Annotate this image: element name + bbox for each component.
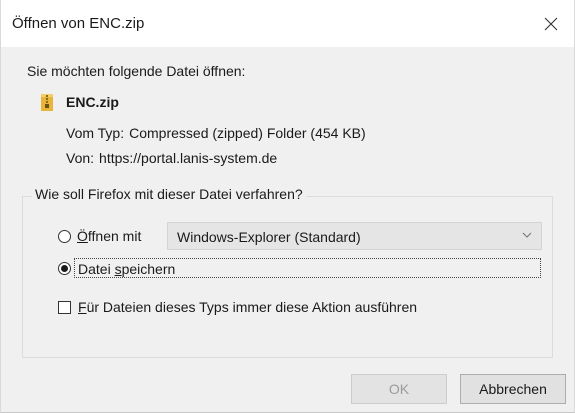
open-with-radio[interactable] (58, 230, 71, 243)
open-with-mnemonic: Ö (77, 228, 88, 244)
action-group-legend: Wie soll Firefox mit dieser Datei verfah… (32, 186, 306, 202)
always-action-label-text: ür Dateien dieses Typs immer diese Aktio… (86, 299, 418, 315)
file-type-label: Vom Typ: (66, 125, 125, 141)
save-file-label-text: Datei (78, 261, 115, 277)
save-file-label[interactable]: Datei speichern (74, 258, 541, 278)
save-file-mnemonic: s (114, 261, 122, 277)
close-button[interactable] (528, 0, 574, 47)
download-dialog: Öffnen von ENC.zip Sie möchten folgende … (0, 0, 575, 413)
chevron-down-icon (522, 232, 532, 238)
file-source-value: https://portal.lanis-system.de (99, 150, 278, 166)
file-source-label: Von: (66, 150, 95, 166)
cancel-button[interactable]: Abbrechen (460, 374, 566, 404)
open-with-label[interactable]: Öffnen mit (77, 228, 141, 244)
window-title: Öffnen von ENC.zip (12, 15, 145, 32)
file-type-value: Compressed (zipped) Folder (454 KB) (129, 125, 366, 141)
zip-folder-icon (41, 93, 53, 111)
title-bar[interactable]: Öffnen von ENC.zip (1, 0, 574, 47)
open-with-app-select[interactable]: Windows-Explorer (Standard) (167, 222, 542, 250)
always-action-label[interactable]: Für Dateien dieses Typs immer diese Akti… (78, 299, 417, 315)
intro-text: Sie möchten folgende Datei öffnen: (27, 63, 246, 79)
file-name: ENC.zip (66, 94, 119, 110)
file-info: ENC.zip (41, 92, 119, 112)
save-file-label-rest: peichern (121, 261, 176, 277)
open-with-label-text: ffnen mit (87, 228, 142, 244)
always-action-checkbox[interactable] (58, 301, 71, 314)
open-with-app-value: Windows-Explorer (Standard) (177, 229, 361, 245)
ok-button[interactable]: OK (351, 374, 447, 404)
file-type-row: Vom Typ: Compressed (zipped) Folder (454 … (66, 125, 366, 141)
save-file-radio[interactable] (58, 262, 71, 275)
close-icon (544, 17, 558, 30)
always-action-mnemonic: F (78, 299, 87, 315)
file-source-row: Von: https://portal.lanis-system.de (66, 150, 277, 166)
